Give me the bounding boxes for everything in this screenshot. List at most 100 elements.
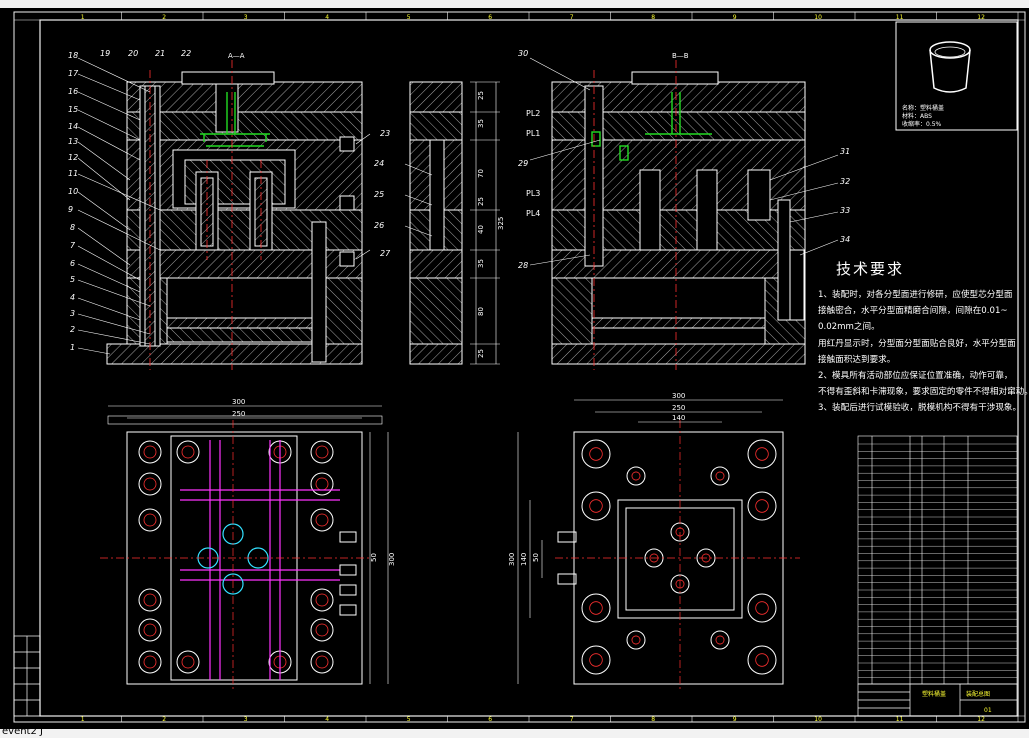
- plan-view-a: [107, 415, 383, 685]
- border-number-top: 8: [651, 14, 655, 21]
- dimension-label: 35: [477, 259, 485, 268]
- part-number-label: 3: [70, 309, 75, 318]
- border-number-top: 2: [162, 14, 166, 21]
- part-info-row: 材料：ABS: [902, 112, 932, 120]
- part-number-label: 15: [68, 105, 78, 114]
- dimension-label: 50: [532, 553, 540, 562]
- dimension-label: 25: [477, 349, 485, 358]
- part-number-label: 6: [70, 259, 75, 268]
- parting-line-label: PL4: [526, 209, 540, 218]
- part-number-label: 24: [374, 159, 384, 168]
- border-number-bottom: 2: [162, 716, 166, 723]
- dimension-label: 50: [370, 553, 378, 562]
- parting-line-label: PL1: [526, 129, 540, 138]
- border-number-bottom: 4: [325, 716, 329, 723]
- title-block-sheet: 01: [984, 707, 992, 714]
- part-number-label: 34: [840, 235, 850, 244]
- part-number-label: 12: [68, 153, 78, 162]
- border-number-top: 6: [488, 14, 492, 21]
- dimension-label: 250: [232, 410, 245, 418]
- border-number-top: 10: [814, 14, 822, 21]
- side-view-dimensions: [470, 81, 500, 365]
- border-number-top: 7: [570, 14, 574, 21]
- cad-drawing-canvas[interactable]: 1 1 2 2 3 3 4 4 5 5 6 6 7 7 8 8 9 9 10 10 11 11 12 12: [0, 0, 1029, 738]
- part-number-label: 21: [155, 49, 165, 58]
- dimension-label: 300: [388, 553, 396, 566]
- title-block-drawing-name: 装配总图: [966, 690, 990, 698]
- section-a-label: A—A: [228, 52, 245, 60]
- part-number-label: 18: [68, 51, 78, 60]
- side-view: [409, 81, 463, 365]
- border-number-bottom: 6: [488, 716, 492, 723]
- part-number-label: 28: [518, 261, 528, 270]
- part-labels-left: 18 17 16 15 14 13 12 11 10 9 8 7 6 5 4 3…: [68, 51, 79, 352]
- tech-requirement-line: 不得有歪斜和卡滞现象，要求固定的零件不得相对窜动。: [818, 387, 1029, 398]
- border-number-bottom: 12: [977, 716, 985, 723]
- part-number-label: 33: [840, 206, 850, 215]
- dimension-label: 80: [477, 307, 485, 316]
- part-number-label: 26: [374, 221, 384, 230]
- part-info-row: 收缩率：0.5%: [902, 120, 942, 128]
- part-number-label: 16: [68, 87, 78, 96]
- tech-requirement-line: 3、装配后进行试模验收，脱模机构不得有干涉现象。: [818, 403, 1022, 414]
- part-number-label: 5: [70, 275, 75, 284]
- part-number-label: 30: [518, 49, 528, 58]
- border-number-bottom: 10: [814, 716, 822, 723]
- part-labels-top: 19 20 21 22: [100, 49, 191, 58]
- tech-requirement-line: 0.02mm之间。: [818, 322, 880, 333]
- part-number-label: 27: [380, 249, 391, 258]
- plan-a-dimensions: [108, 405, 389, 684]
- part-number-label: 2: [70, 325, 75, 334]
- part-number-label: 11: [68, 169, 78, 178]
- plan-a-bosses: [138, 440, 334, 674]
- title-block: [857, 683, 1018, 717]
- tech-requirement-line: 1、装配时，对各分型面进行修研，应使型芯分型面: [818, 290, 1013, 300]
- plan-b-bosses: [581, 439, 777, 675]
- part-number-label: 4: [70, 293, 75, 302]
- part-number-label: 32: [840, 177, 850, 186]
- part-number-label: 7: [70, 241, 76, 250]
- technical-requirements: 技术要求 1、装配时，对各分型面进行修研，应使型芯分型面 接触密合，水平分型面精…: [818, 258, 1029, 417]
- part-number-label: 22: [181, 49, 191, 58]
- revision-strip: [13, 635, 41, 717]
- part-number-label: 8: [70, 223, 75, 232]
- command-line-text: event2 J: [2, 726, 43, 737]
- border-number-top: 5: [407, 14, 411, 21]
- dimension-label: 140: [672, 414, 685, 422]
- tech-requirement-line: 2、模具所有活动部位应保证位置准确，动作可靠，: [818, 371, 1013, 382]
- border-number-bottom: 3: [244, 716, 248, 723]
- dimension-label: 70: [477, 169, 485, 178]
- title-block-project: 塑料桶盖: [922, 690, 946, 698]
- border-number-bottom: 8: [651, 716, 655, 723]
- part-number-label: 13: [68, 137, 78, 146]
- dimension-label: 325: [497, 217, 505, 230]
- part-number-label: 14: [68, 122, 78, 131]
- section-b-label: B—B: [672, 52, 689, 60]
- part-number-label: 29: [518, 159, 528, 168]
- border-number-bottom: 1: [81, 716, 85, 723]
- part-number-label: 31: [840, 147, 850, 156]
- parting-line-label: PL2: [526, 109, 540, 118]
- dimension-label: 250: [672, 404, 685, 412]
- part-info-row: 名称：塑料桶盖: [902, 104, 944, 112]
- part-number-label: 20: [128, 49, 138, 58]
- border-number-bottom: 9: [733, 716, 737, 723]
- part-number-label: 1: [70, 343, 75, 352]
- tech-requirement-line: 接触面积达到要求。: [818, 354, 896, 365]
- part-number-label: 17: [68, 69, 79, 78]
- tech-requirements-title: 技术要求: [836, 260, 905, 278]
- command-line[interactable]: event2 J: [0, 726, 1029, 738]
- border-number-top: 11: [896, 14, 904, 21]
- dimension-label: 300: [672, 392, 685, 400]
- dimension-label: 300: [232, 398, 245, 406]
- dimension-label: 300: [508, 553, 516, 566]
- plan-a-channels: [180, 440, 340, 680]
- part-number-label: 25: [374, 190, 384, 199]
- side-stack-dimension-labels: 25 35 70 25 40 35 80 25 325: [477, 91, 505, 358]
- border-number-top: 3: [244, 14, 248, 21]
- parts-list-table: [857, 435, 1018, 685]
- tech-requirement-line: 用红丹显示时，分型面分型面贴合良好，水平分型面: [818, 338, 1016, 349]
- part-number-label: 9: [68, 205, 73, 214]
- part-number-label: 19: [100, 49, 110, 58]
- tech-requirement-line: 接触密合，水平分型面精磨合间隙，间隙在0.01~: [818, 306, 1008, 317]
